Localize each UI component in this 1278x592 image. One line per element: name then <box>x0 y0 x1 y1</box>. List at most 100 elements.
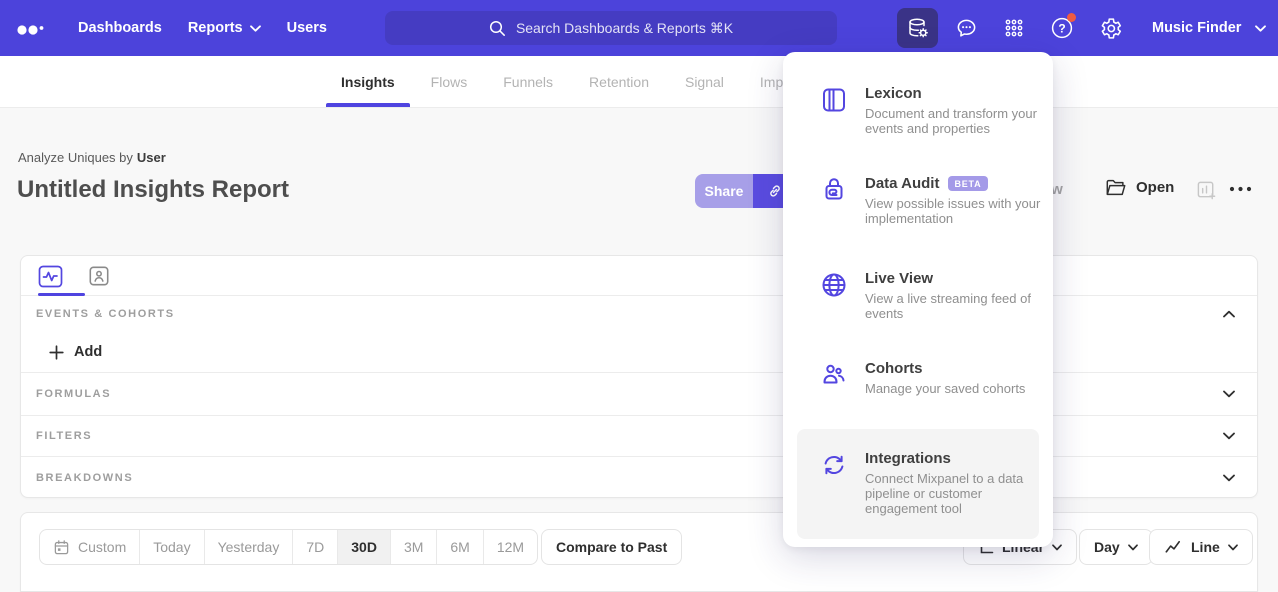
line-chart-icon <box>1164 539 1183 555</box>
range-label: Custom <box>78 539 126 555</box>
menu-item-cohorts[interactable]: Cohorts Manage your saved cohorts <box>783 360 1053 396</box>
board-plus-icon <box>1196 180 1217 201</box>
search-placeholder: Search Dashboards & Reports ⌘K <box>516 20 733 37</box>
section-events-cohorts[interactable]: EVENTS & COHORTS <box>21 296 1257 332</box>
search-input[interactable]: Search Dashboards & Reports ⌘K <box>385 11 837 45</box>
chevron-down-icon <box>1228 544 1238 551</box>
nav-item-dashboards[interactable]: Dashboards <box>78 20 162 36</box>
menu-item-description: Manage your saved cohorts <box>865 381 1041 396</box>
help-button[interactable]: ? <box>1046 12 1078 44</box>
compare-to-past-button[interactable]: Compare to Past <box>541 529 682 565</box>
nav-item-reports[interactable]: Reports <box>188 20 261 36</box>
chevron-down-icon <box>1128 544 1138 551</box>
open-label: Open <box>1136 179 1174 196</box>
menu-item-description: View possible issues with your implement… <box>865 196 1041 226</box>
more-options-button[interactable] <box>1227 182 1255 196</box>
chevron-down-icon <box>250 25 261 32</box>
section-filters[interactable]: FILTERS <box>21 415 1257 456</box>
ellipsis-icon <box>1227 182 1255 196</box>
settings-button[interactable] <box>1094 12 1126 44</box>
menu-item-title: Live View <box>865 270 933 287</box>
database-gear-icon <box>906 16 930 40</box>
link-icon <box>766 182 784 200</box>
primary-nav: Dashboards Reports Users <box>78 0 327 56</box>
chart-type-dropdown[interactable]: Line <box>1149 529 1253 565</box>
share-button[interactable]: Share <box>695 174 753 208</box>
subtitle-prefix: Analyze Uniques by <box>18 150 133 165</box>
globe-icon <box>820 271 848 299</box>
page-title[interactable]: Untitled Insights Report <box>17 176 289 204</box>
add-event-button[interactable]: Add <box>49 332 102 372</box>
range-3m[interactable]: 3M <box>390 530 436 564</box>
nav-item-label: Users <box>287 20 327 36</box>
range-12m[interactable]: 12M <box>483 530 537 564</box>
add-label: Add <box>74 344 102 360</box>
menu-item-title: Lexicon <box>865 85 922 102</box>
apps-grid-button[interactable] <box>998 12 1030 44</box>
tab-flows[interactable]: Flows <box>431 56 468 107</box>
open-report-button[interactable]: Open <box>1105 178 1174 197</box>
subtitle-entity[interactable]: User <box>137 150 166 165</box>
menu-item-description: Connect Mixpanel to a data pipeline or c… <box>865 471 1041 516</box>
range-30d-selected[interactable]: 30D <box>337 530 390 564</box>
menu-item-title: Cohorts <box>865 360 923 377</box>
chevron-down-icon <box>1255 25 1266 32</box>
range-yesterday[interactable]: Yesterday <box>204 530 293 564</box>
chevron-down-icon[interactable] <box>1223 390 1235 398</box>
range-today[interactable]: Today <box>139 530 203 564</box>
add-to-dashboard-button[interactable] <box>1196 180 1217 201</box>
menu-item-live-view[interactable]: Live View View a live streaming feed of … <box>783 270 1053 321</box>
calendar-icon <box>53 539 70 556</box>
share-button-group: Share <box>695 174 797 208</box>
notification-dot <box>1067 13 1076 22</box>
search-icon <box>489 20 506 37</box>
tab-signal[interactable]: Signal <box>685 56 724 107</box>
section-label: EVENTS & COHORTS <box>36 308 175 320</box>
chart-controls-card: Custom Today Yesterday 7D 30D 3M 6M 12M … <box>20 512 1258 592</box>
granularity-dropdown[interactable]: Day <box>1079 529 1153 565</box>
menu-item-integrations[interactable]: Integrations Connect Mixpanel to a data … <box>783 450 1053 516</box>
range-6m[interactable]: 6M <box>436 530 482 564</box>
chart-type-label: Line <box>1191 539 1220 555</box>
section-label: BREAKDOWNS <box>36 472 133 484</box>
nav-item-users[interactable]: Users <box>287 20 327 36</box>
chevron-up-icon[interactable] <box>1223 310 1235 318</box>
chevron-down-icon[interactable] <box>1223 432 1235 440</box>
menu-item-title: Integrations <box>865 450 951 467</box>
menu-item-lexicon[interactable]: Lexicon Document and transform your even… <box>783 85 1053 136</box>
top-navigation-bar: Dashboards Reports Users Search Dashboar… <box>0 0 1278 56</box>
range-custom[interactable]: Custom <box>40 530 139 564</box>
svg-text:?: ? <box>1058 22 1065 36</box>
section-breakdowns[interactable]: BREAKDOWNS <box>21 456 1257 499</box>
section-label: FILTERS <box>36 430 92 442</box>
menu-item-description: View a live streaming feed of events <box>865 291 1041 321</box>
menu-item-data-audit[interactable]: Data Audit BETA View possible issues wit… <box>783 175 1053 226</box>
lexicon-book-icon <box>820 86 848 114</box>
tab-funnels[interactable]: Funnels <box>503 56 553 107</box>
users-view-tab[interactable] <box>85 263 113 289</box>
section-formulas[interactable]: FORMULAS <box>21 372 1257 415</box>
chat-bubble-icon <box>954 16 979 41</box>
tab-retention[interactable]: Retention <box>589 56 649 107</box>
report-tabbar: Insights Flows Funnels Retention Signal … <box>0 56 1278 108</box>
range-7d[interactable]: 7D <box>292 530 337 564</box>
plus-icon <box>49 345 64 360</box>
chevron-down-icon[interactable] <box>1223 474 1235 482</box>
beta-badge: BETA <box>948 176 987 191</box>
project-selector[interactable]: Music Finder <box>1152 0 1266 56</box>
mixpanel-logo[interactable] <box>16 17 52 39</box>
tab-insights[interactable]: Insights <box>341 56 395 107</box>
feedback-chat-button[interactable] <box>950 12 982 44</box>
section-label: FORMULAS <box>36 388 111 400</box>
integrations-sync-icon <box>820 451 848 479</box>
compare-label: Compare to Past <box>556 539 667 555</box>
data-management-flyout: Lexicon Document and transform your even… <box>783 52 1053 547</box>
date-range-control: Custom Today Yesterday 7D 30D 3M 6M 12M <box>39 529 538 565</box>
menu-item-description: Document and transform your events and p… <box>865 106 1041 136</box>
project-name: Music Finder <box>1152 20 1241 36</box>
folder-icon <box>1105 178 1127 197</box>
data-management-button[interactable] <box>897 8 938 48</box>
pulse-chart-icon <box>38 265 63 288</box>
events-view-tab[interactable] <box>36 263 64 289</box>
gear-icon <box>1098 16 1123 41</box>
